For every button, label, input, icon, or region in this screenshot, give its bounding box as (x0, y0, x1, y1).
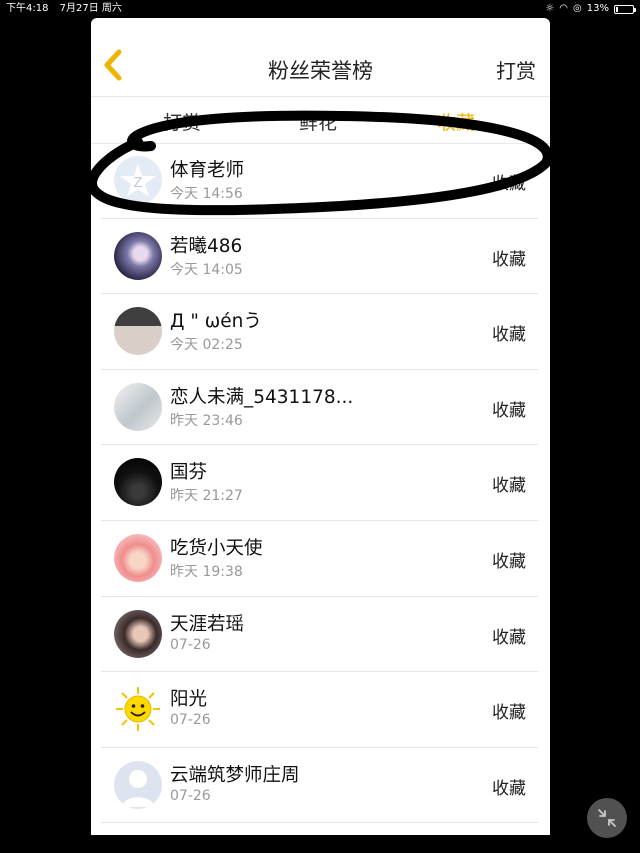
list-item[interactable]: 恋人未满_5431178... 昨天 23:46 收藏 (101, 370, 538, 446)
fan-name: 阳光 (170, 689, 208, 711)
fan-time: 今天 14:56 (170, 186, 243, 202)
fan-time: 昨天 21:27 (170, 488, 243, 505)
fan-time: 昨天 19:38 (170, 563, 243, 580)
fan-name: 天涯若瑶 (170, 613, 245, 635)
fan-action: 收藏 (492, 476, 526, 497)
fan-name: 体育老师 (170, 160, 245, 181)
collapse-button[interactable] (587, 798, 627, 838)
fan-time: 07-26 (170, 636, 211, 653)
fan-name: Д " ωénう (170, 311, 262, 333)
navigation-bar: 粉丝荣誉榜 打赏 (91, 18, 550, 97)
fan-time: 今天 14:05 (170, 261, 243, 278)
fan-time: 07-26 (170, 787, 211, 804)
girl-avatar (114, 533, 162, 582)
page-title: 粉丝荣誉榜 (268, 59, 373, 83)
status-left: 下午4:18 7月27日 周六 (6, 0, 122, 18)
anime-avatar (114, 231, 162, 280)
person-icon (122, 769, 154, 807)
list-item[interactable]: 若曦486 今天 14:05 收藏 (101, 219, 538, 295)
svg-text:Z: Z (134, 176, 143, 191)
status-date: 7月27日 周六 (59, 3, 122, 14)
fan-name: 云端筑梦师庄周 (170, 764, 300, 786)
fan-action: 收藏 (492, 551, 526, 572)
status-bar: 下午4:18 7月27日 周六 ☼ ◠ ◎ 13% (0, 0, 640, 18)
battery-icon (614, 4, 636, 14)
list-item[interactable]: 吃货小天使 昨天 19:38 收藏 (101, 521, 538, 597)
photo-avatar (114, 307, 162, 356)
list-item[interactable]: Д " ωénう 今天 02:25 收藏 (101, 294, 538, 370)
list-item[interactable]: 国芬 昨天 21:27 收藏 (101, 445, 538, 521)
fan-action: 收藏 (492, 627, 526, 648)
fan-honor-panel: 粉丝荣誉榜 打赏 打赏 鲜花 收藏 Z 体育老师 今天 14:56 收藏 若曦4… (91, 18, 550, 835)
fan-action: 收藏 (492, 249, 526, 270)
fan-name: 恋人未满_5431178... (170, 386, 354, 408)
portrait-avatar (114, 609, 162, 658)
collapse-icon (598, 809, 616, 827)
fan-time: 07-26 (170, 712, 211, 729)
battery-fill (616, 6, 618, 12)
fan-action: 收藏 (492, 778, 526, 799)
orientation-lock-icon: ◎ (573, 3, 582, 14)
tab-flowers[interactable]: 鲜花 (299, 108, 337, 135)
status-right: ☼ ◠ ◎ 13% (545, 0, 636, 18)
fan-action: 收藏 (492, 400, 526, 421)
list-item[interactable]: 云端筑梦师庄周 07-26 收藏 (101, 748, 538, 824)
fan-list: Z 体育老师 今天 14:56 收藏 若曦486 今天 14:05 收藏 Д "… (91, 143, 550, 824)
tab-bar: 打赏 鲜花 收藏 (91, 97, 550, 144)
sketch-avatar (114, 382, 162, 431)
sun-avatar (114, 685, 162, 734)
reward-button[interactable]: 打赏 (496, 55, 536, 84)
default-person-avatar (114, 760, 162, 809)
list-item[interactable]: 阳光 07-26 收藏 (101, 672, 538, 748)
brightness-icon: ☼ (545, 3, 555, 14)
fan-action: 收藏 (492, 325, 526, 346)
default-star-avatar: Z (114, 156, 162, 204)
list-item[interactable]: Z 体育老师 今天 14:56 收藏 (101, 143, 538, 219)
fan-action: 收藏 (492, 703, 526, 724)
sun-face-icon (116, 687, 160, 732)
wifi-icon: ◠ (559, 3, 569, 14)
status-time: 下午4:18 (6, 3, 49, 14)
fan-time: 昨天 23:46 (170, 412, 243, 429)
list-item[interactable]: 天涯若瑶 07-26 收藏 (101, 597, 538, 673)
star-icon: Z (120, 163, 156, 197)
battery-percent: 13% (586, 3, 609, 14)
fan-name: 吃货小天使 (170, 537, 263, 559)
fan-name: 若曦486 (170, 235, 243, 257)
dark-avatar (114, 458, 162, 507)
fan-time: 今天 02:25 (170, 337, 243, 354)
tab-favorites[interactable]: 收藏 (437, 108, 475, 135)
fan-action: 收藏 (492, 174, 526, 194)
fan-name: 国芬 (170, 462, 208, 484)
tab-reward[interactable]: 打赏 (163, 108, 201, 135)
